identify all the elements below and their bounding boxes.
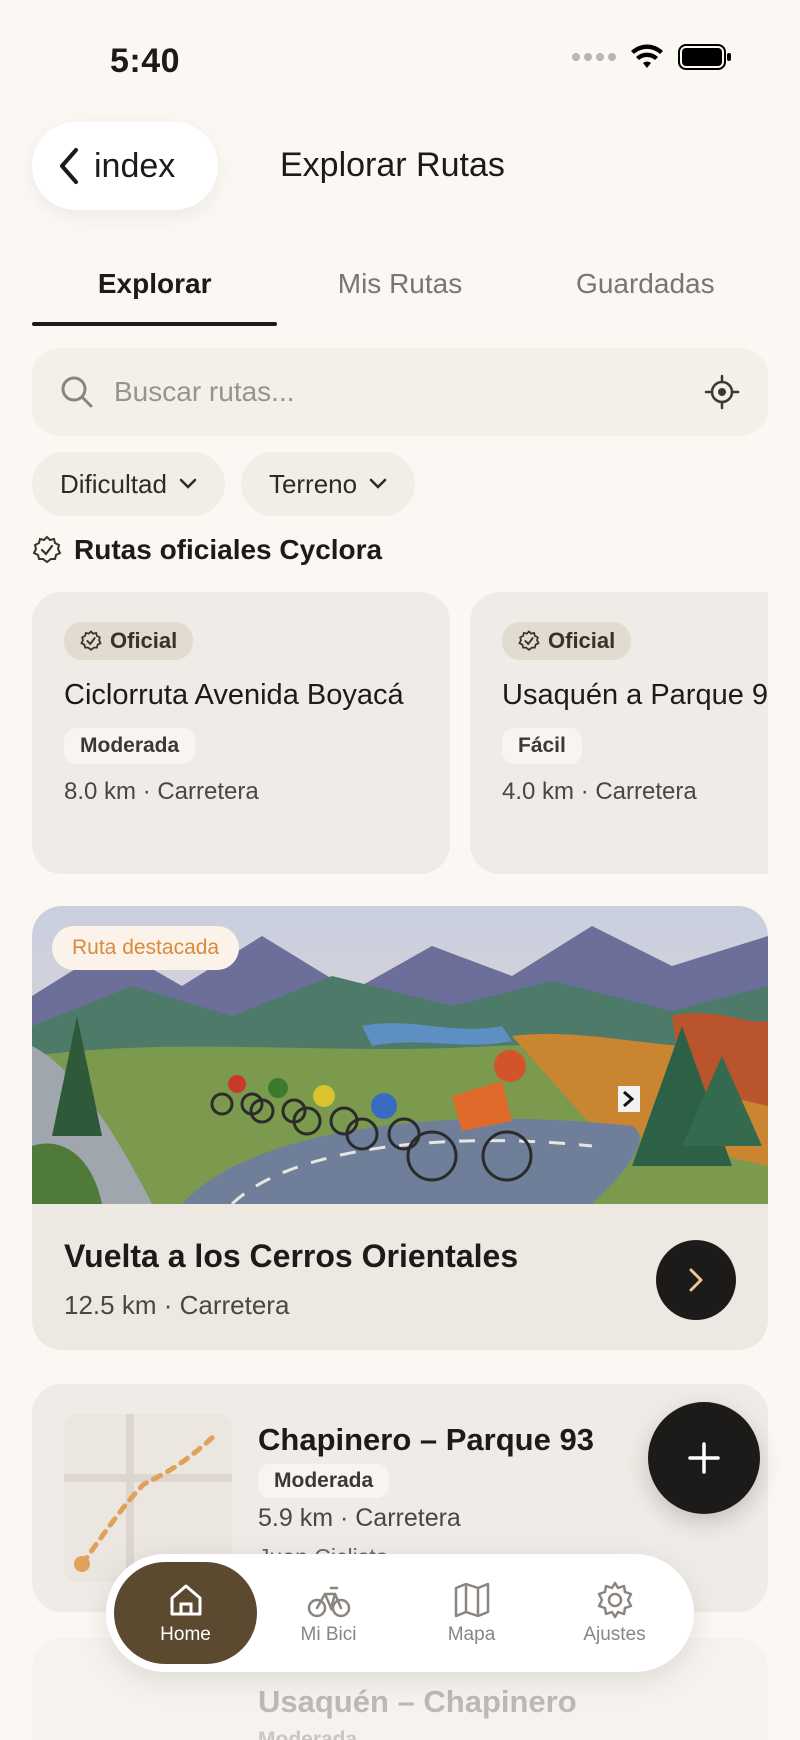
verified-badge-icon bbox=[32, 535, 62, 564]
featured-meta: 12.5 km · Carretera bbox=[64, 1290, 290, 1320]
status-time: 5:40 bbox=[110, 42, 181, 80]
tab-guardadas[interactable]: Guardadas bbox=[523, 250, 768, 326]
official-badge: Oficial bbox=[64, 622, 194, 660]
back-button[interactable]: index bbox=[32, 122, 218, 210]
featured-title: Vuelta a los Cerros Orientales bbox=[64, 1238, 519, 1274]
nav-mapa[interactable]: Mapa bbox=[400, 1562, 543, 1664]
route-meta: 5.9 km · Carretera bbox=[258, 1504, 461, 1532]
search-bar bbox=[32, 348, 768, 436]
bike-icon bbox=[307, 1586, 350, 1618]
route-title: Chapinero – Parque 93 bbox=[258, 1422, 594, 1457]
route-title: Ciclorruta Avenida Boyacá bbox=[64, 679, 404, 711]
chevron-right-icon bbox=[689, 1268, 703, 1292]
chevron-down-icon bbox=[179, 478, 197, 489]
route-meta: 4.0 km · Carretera bbox=[502, 778, 697, 805]
featured-route-card[interactable]: Ruta destacada Vuelta a los Cerros Orien… bbox=[32, 906, 768, 1350]
official-badge-label: Oficial bbox=[548, 628, 616, 653]
home-icon bbox=[170, 1584, 201, 1616]
nav-home[interactable]: Home bbox=[114, 1562, 257, 1664]
nav-label: Home bbox=[160, 1624, 211, 1645]
filter-dificultad[interactable]: Dificultad bbox=[32, 452, 225, 516]
difficulty-pill: Moderada bbox=[258, 1728, 358, 1740]
chevron-down-icon bbox=[369, 478, 387, 489]
official-badge: Oficial bbox=[502, 622, 632, 660]
filter-label: Dificultad bbox=[60, 468, 167, 499]
nav-mi-bici[interactable]: Mi Bici bbox=[257, 1562, 400, 1664]
official-route-card[interactable]: Oficial Ciclorruta Avenida Boyacá Modera… bbox=[32, 592, 450, 874]
status-icons bbox=[572, 44, 732, 70]
signal-dots-icon bbox=[572, 53, 616, 61]
difficulty-pill: Moderada bbox=[64, 728, 196, 764]
tab-explorar[interactable]: Explorar bbox=[32, 250, 278, 326]
nav-label: Mapa bbox=[447, 1624, 496, 1645]
chevron-left-icon bbox=[60, 148, 78, 184]
search-icon bbox=[61, 376, 93, 408]
tab-mis-rutas[interactable]: Mis Rutas bbox=[277, 250, 522, 326]
official-badge-label: Oficial bbox=[110, 628, 178, 653]
route-meta: 8.0 km · Carretera bbox=[64, 778, 259, 805]
add-route-button[interactable] bbox=[648, 1402, 760, 1514]
difficulty-pill: Fácil bbox=[502, 728, 582, 764]
filter-terreno[interactable]: Terreno bbox=[240, 452, 416, 516]
tab-bar: Explorar Mis Rutas Guardadas bbox=[32, 250, 768, 326]
filter-chips: Dificultad Terreno bbox=[32, 452, 416, 516]
nav-label: Mi Bici bbox=[300, 1624, 357, 1645]
map-icon bbox=[454, 1582, 489, 1618]
search-input[interactable] bbox=[114, 376, 704, 408]
filter-label: Terreno bbox=[268, 468, 358, 499]
official-section-heading: Rutas oficiales Cyclora bbox=[32, 534, 382, 566]
plus-icon bbox=[688, 1442, 720, 1474]
route-title: Usaquén a Parque 93 bbox=[502, 679, 768, 711]
gear-icon bbox=[597, 1581, 632, 1619]
route-title: Usaquén – Chapinero bbox=[258, 1684, 577, 1719]
difficulty-pill: Moderada bbox=[258, 1464, 390, 1498]
locate-icon[interactable] bbox=[704, 374, 740, 410]
nav-ajustes[interactable]: Ajustes bbox=[543, 1562, 686, 1664]
verified-badge-icon bbox=[518, 630, 540, 651]
page-title: Explorar Rutas bbox=[280, 146, 505, 184]
official-route-card[interactable]: Oficial Usaquén a Parque 93 Fácil 4.0 km… bbox=[470, 592, 768, 874]
bottom-navigation: Home Mi Bici Mapa Ajustes bbox=[106, 1554, 694, 1672]
section-title: Rutas oficiales Cyclora bbox=[74, 534, 383, 565]
nav-label: Ajustes bbox=[583, 1624, 646, 1645]
official-routes-carousel[interactable]: Oficial Ciclorruta Avenida Boyacá Modera… bbox=[32, 592, 768, 874]
back-label: index bbox=[94, 146, 176, 185]
featured-badge: Ruta destacada bbox=[52, 926, 240, 970]
battery-icon bbox=[678, 44, 731, 70]
featured-open-button[interactable] bbox=[656, 1240, 736, 1320]
wifi-icon bbox=[631, 44, 663, 68]
verified-badge-icon bbox=[80, 630, 102, 651]
